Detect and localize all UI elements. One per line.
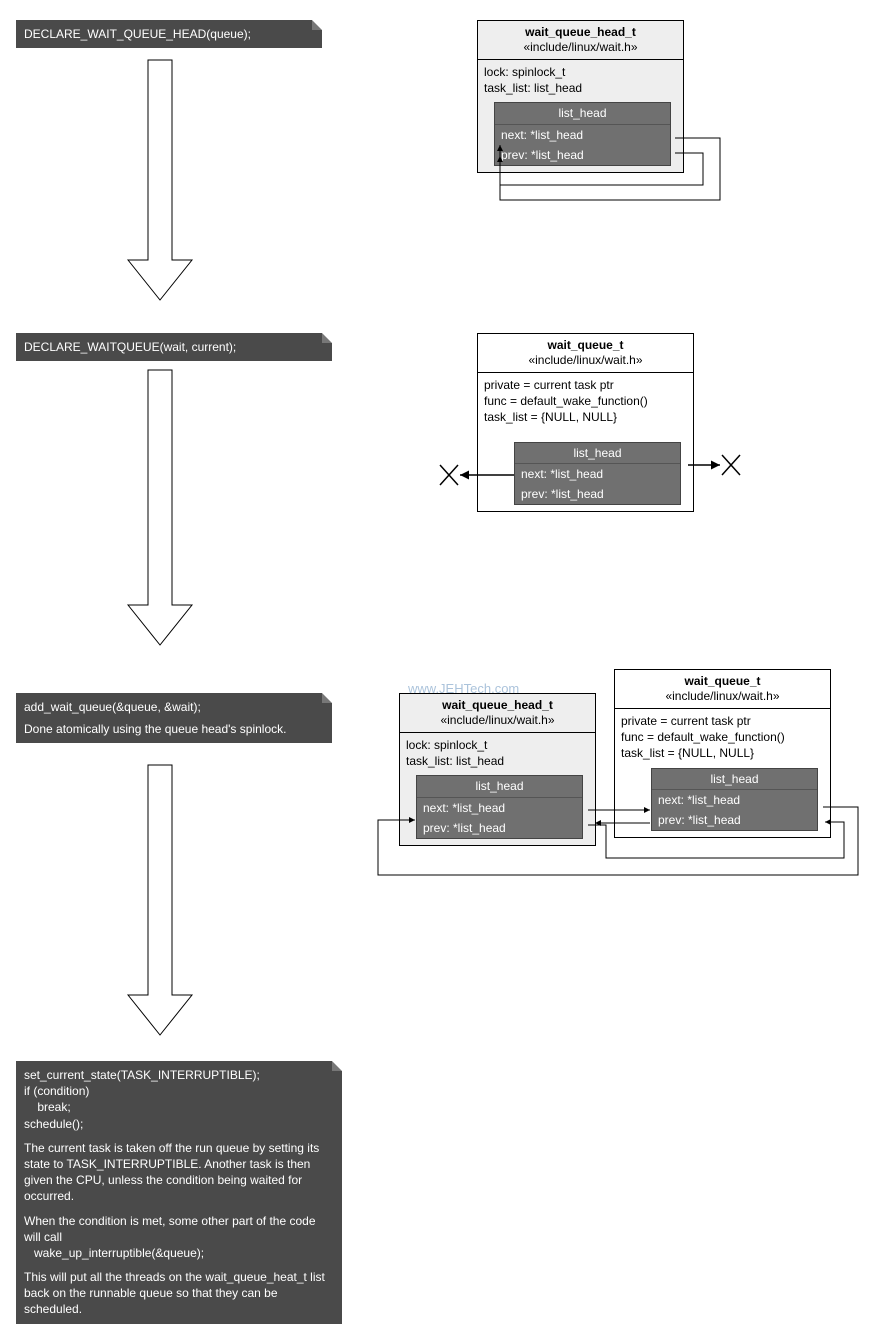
list-head-box: list_head next: *list_head prev: *list_h… [416, 775, 583, 839]
struct-title: wait_queue_head_t «include/linux/wait.h» [400, 694, 595, 733]
null-x-right [688, 455, 740, 475]
struct-body: private = current task ptr func = defaul… [478, 373, 693, 511]
code-box-add-wait-queue: add_wait_queue(&queue, &wait); Done atom… [16, 693, 332, 743]
struct-body: lock: spinlock_t task_list: list_head li… [478, 60, 683, 172]
code-line: set_current_state(TASK_INTERRUPTIBLE); [24, 1067, 334, 1083]
struct-head-top: wait_queue_head_t «include/linux/wait.h»… [477, 20, 684, 173]
struct-body: lock: spinlock_t task_list: list_head li… [400, 733, 595, 845]
code-line: DECLARE_WAIT_QUEUE_HEAD(queue); [24, 26, 314, 42]
struct-head-step3: wait_queue_head_t «include/linux/wait.h»… [399, 693, 596, 846]
flow-arrow-2 [128, 370, 192, 645]
fold-icon [332, 1061, 342, 1071]
struct-wq-mid: wait_queue_t «include/linux/wait.h» priv… [477, 333, 694, 512]
struct-wq-step3: wait_queue_t «include/linux/wait.h» priv… [614, 669, 831, 838]
code-box-schedule: set_current_state(TASK_INTERRUPTIBLE); i… [16, 1061, 342, 1324]
code-desc: This will put all the threads on the wai… [24, 1269, 334, 1318]
fold-icon [322, 333, 332, 343]
code-line: DECLARE_WAITQUEUE(wait, current); [24, 339, 324, 355]
code-line: break; [24, 1099, 334, 1115]
flow-arrow-3 [128, 765, 192, 1035]
fold-icon [312, 20, 322, 30]
struct-body: private = current task ptr func = defaul… [615, 709, 830, 837]
list-head-box: list_head next: *list_head prev: *list_h… [651, 768, 818, 832]
struct-title: wait_queue_head_t «include/linux/wait.h» [478, 21, 683, 60]
code-line: if (condition) [24, 1083, 334, 1099]
flow-arrow-1 [128, 60, 192, 300]
fold-icon [322, 693, 332, 703]
code-line: schedule(); [24, 1116, 334, 1132]
struct-title: wait_queue_t «include/linux/wait.h» [615, 670, 830, 709]
code-desc: When the condition is met, some other pa… [24, 1213, 334, 1245]
list-head-box: list_head next: *list_head prev: *list_h… [514, 442, 681, 506]
code-desc: Done atomically using the queue head's s… [24, 721, 324, 737]
code-desc: wake_up_interruptible(&queue); [24, 1245, 334, 1261]
code-box-declare-wait: DECLARE_WAITQUEUE(wait, current); [16, 333, 332, 361]
code-desc: The current task is taken off the run qu… [24, 1140, 334, 1205]
struct-title: wait_queue_t «include/linux/wait.h» [478, 334, 693, 373]
code-box-declare-head: DECLARE_WAIT_QUEUE_HEAD(queue); [16, 20, 322, 48]
code-line: add_wait_queue(&queue, &wait); [24, 699, 324, 715]
list-head-box: list_head next: *list_head prev: *list_h… [494, 102, 671, 166]
